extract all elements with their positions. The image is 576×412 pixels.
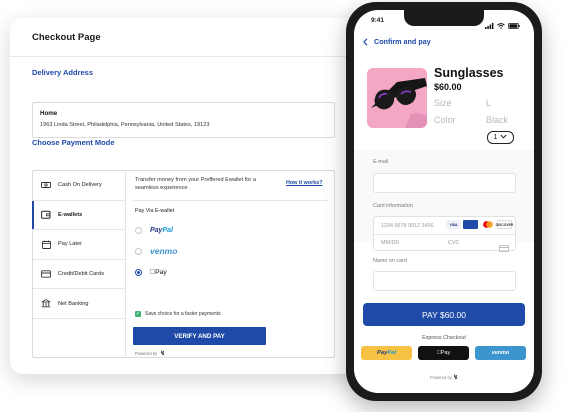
product-image [367, 68, 427, 128]
divider [10, 56, 390, 57]
credit-card-icon [40, 268, 52, 280]
pay-via-label: Pay Via E-wallet [135, 208, 175, 214]
method-label: Net Banking [58, 300, 89, 307]
card-number-placeholder[interactable]: 1234 5678 9012 3456 [381, 223, 433, 229]
page-title: Checkout Page [32, 32, 101, 43]
method-pay-later[interactable]: Pay Later [33, 230, 125, 260]
chevron-down-icon [500, 134, 508, 141]
card-brand-logos: VISA DISCOVER [446, 220, 513, 229]
method-label: Credit/Debit Cards [58, 271, 105, 278]
how-it-works-link[interactable]: How it works? [286, 180, 323, 186]
method-label: E-wallets [58, 211, 83, 218]
color-label: Color [434, 115, 456, 125]
cash-icon [40, 179, 52, 191]
paypal-logo: PayPal [150, 226, 173, 234]
email-label: E-mail [373, 159, 389, 165]
delivery-heading: Delivery Address [32, 68, 94, 77]
express-paypal-button[interactable]: PayPal [361, 346, 412, 360]
cvc-placeholder[interactable]: CVC [448, 240, 459, 246]
payment-panel: Cash On Delivery E-wallets Pay Later Cre… [32, 170, 335, 358]
size-value: L [486, 98, 492, 108]
phone-notch [404, 10, 484, 26]
quantity-select[interactable]: 1 [487, 131, 514, 144]
phone-screen: 9:41 Confirm and pay Sunglasses $60.00 S… [354, 10, 534, 393]
expiry-placeholder[interactable]: MM/DD [381, 240, 399, 246]
save-choice-checkbox[interactable]: ✓ Save choice for a faster payments [135, 311, 221, 317]
signal-icon [485, 16, 494, 34]
card-info-label: Card information [373, 203, 413, 209]
wallet-option-paypal[interactable]: PayPal [135, 223, 173, 237]
method-net-banking[interactable]: Net Banking [33, 289, 125, 319]
address-line: 1963 Linda Street, Philadelphia, Pennsyl… [40, 122, 210, 128]
express-venmo-button[interactable]: venmo [475, 346, 526, 360]
name-on-card-field[interactable] [373, 271, 516, 291]
radio-button-selected[interactable] [135, 268, 142, 276]
status-time: 9:41 [371, 17, 385, 24]
visa-icon: VISA [446, 220, 461, 229]
size-label: Size [434, 98, 452, 108]
express-checkout-label: Express Checkout [422, 335, 466, 341]
discover-icon: DISCOVER [496, 220, 513, 229]
mastercard-icon [480, 220, 495, 229]
wallet-option-apple-pay[interactable]: Pay [135, 265, 167, 279]
divider [133, 200, 328, 201]
method-label: Pay Later [58, 241, 82, 248]
back-button[interactable]: Confirm and pay [363, 37, 431, 46]
wifi-icon [497, 16, 505, 34]
address-card[interactable]: Home 1963 Linda Street, Philadelphia, Pe… [32, 102, 335, 138]
ewallet-intro-text: Transfer money from your Preffered Ewall… [135, 177, 256, 191]
brand-logo-icon: ↯ [453, 375, 459, 381]
name-on-card-label: Name on card [373, 258, 407, 264]
card-icon [499, 239, 509, 257]
save-choice-label: Save choice for a faster payments [145, 311, 221, 317]
apple-pay-logo: Pay [150, 268, 167, 276]
verify-and-pay-button[interactable]: VERIFY AND PAY [133, 327, 266, 345]
card-info-field[interactable]: 1234 5678 9012 3456 VISA DISCOVER MM/DD … [373, 216, 516, 252]
bank-icon [40, 298, 52, 310]
check-icon: ✓ [135, 310, 141, 317]
battery-icon [508, 16, 520, 34]
method-credit-debit-cards[interactable]: Credit/Debit Cards [33, 260, 125, 290]
powered-by: Powered by ↯ [429, 375, 459, 381]
powered-by: Powered by ↯ [135, 351, 166, 357]
screen-title: Confirm and pay [374, 37, 431, 46]
quantity-value: 1 [493, 134, 498, 141]
product-name: Sunglasses [434, 66, 504, 80]
address-label: Home [40, 110, 58, 117]
venmo-logo: venmo [150, 246, 178, 256]
method-e-wallets[interactable]: E-wallets [32, 200, 125, 231]
method-cash-on-delivery[interactable]: Cash On Delivery [33, 171, 125, 201]
pay-button[interactable]: PAY $60.00 [363, 303, 525, 326]
method-label: Cash On Delivery [58, 182, 102, 189]
color-value: Black [486, 115, 509, 125]
radio-button[interactable] [135, 247, 142, 255]
payment-methods-list: Cash On Delivery E-wallets Pay Later Cre… [32, 171, 126, 357]
ewallet-panel: Transfer money from your Preffered Ewall… [133, 171, 334, 357]
wallet-option-venmo[interactable]: venmo [135, 244, 177, 258]
amex-icon [463, 220, 478, 229]
divider [374, 234, 515, 235]
calendar-icon [40, 238, 52, 250]
product-price: $60.00 [434, 82, 462, 92]
email-field[interactable] [373, 173, 516, 193]
checkout-card: Checkout Page Delivery Address Home 1963… [10, 18, 390, 374]
radio-button[interactable] [135, 226, 142, 234]
express-apple-pay-button[interactable]: Pay [418, 346, 469, 360]
payment-heading: Choose Payment Mode [32, 138, 115, 147]
chevron-left-icon [363, 37, 368, 46]
phone-frame: 9:41 Confirm and pay Sunglasses $60.00 S… [346, 2, 542, 401]
status-icons [485, 16, 520, 34]
brand-logo-icon: ↯ [160, 351, 166, 357]
paypal-logo: PayPal [376, 350, 397, 356]
wallet-icon [40, 209, 52, 221]
